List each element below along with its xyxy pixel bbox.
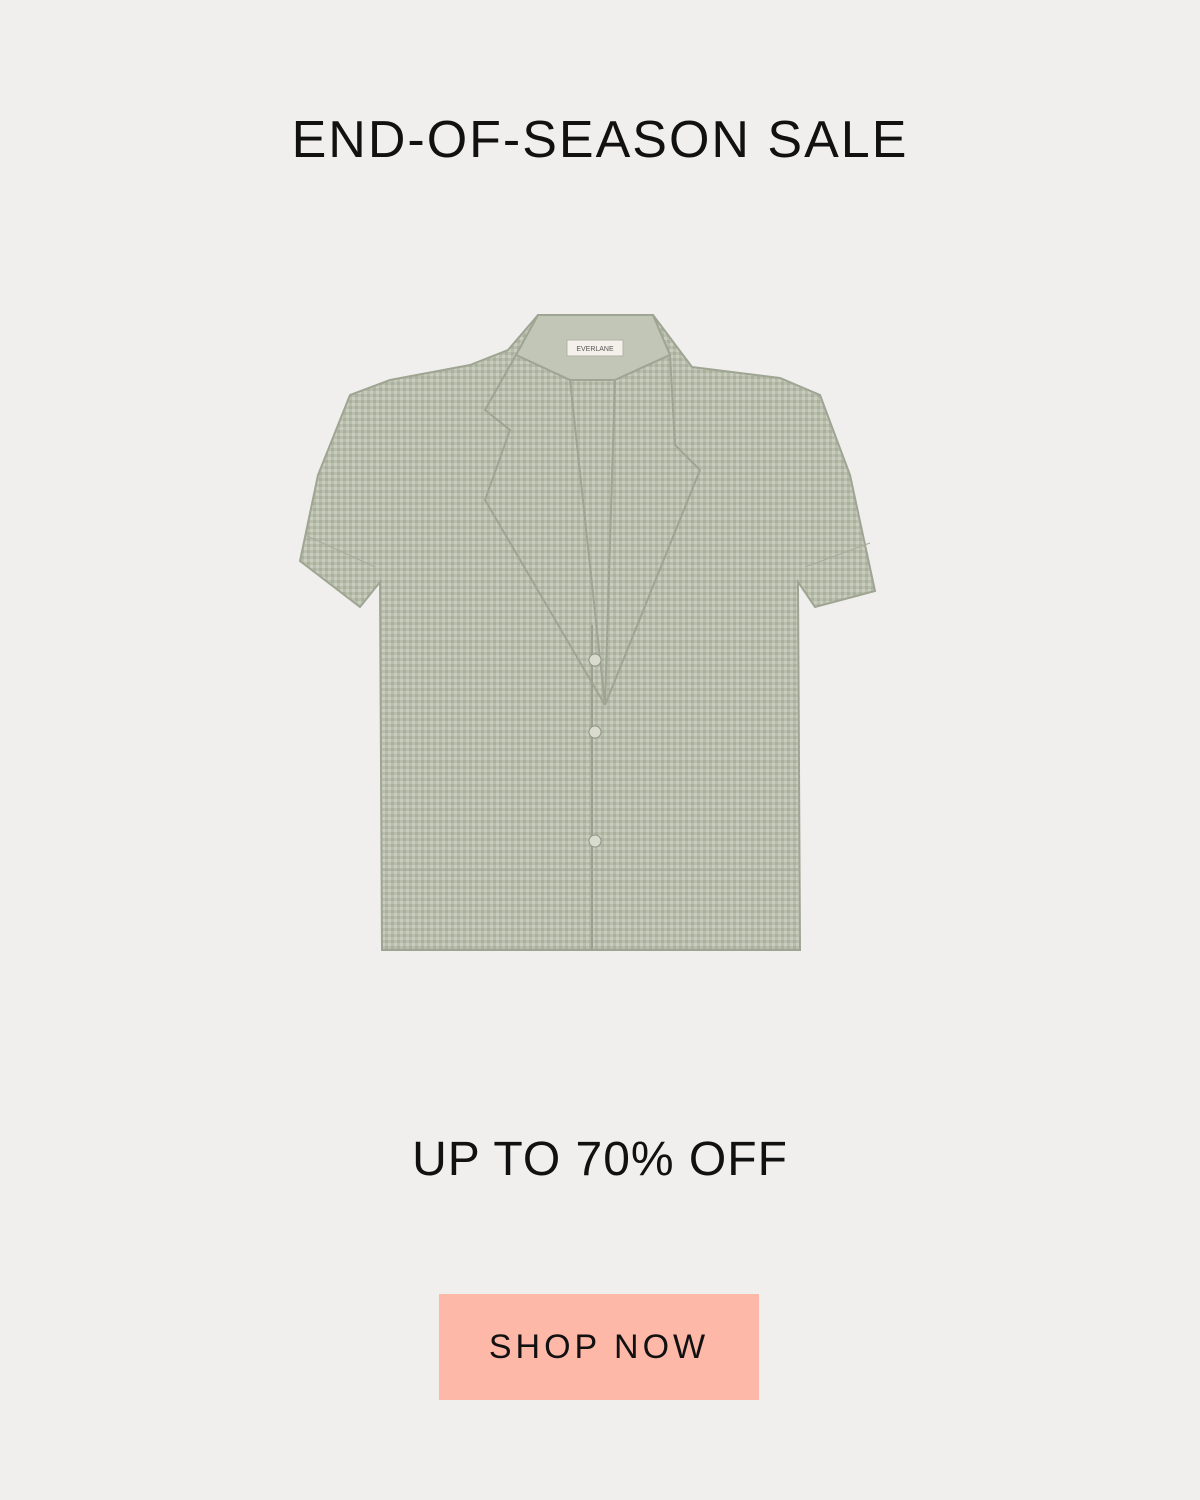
product-image-shirt: EVERLANE [298,314,877,951]
shirt-button [588,834,602,848]
discount-text: UP TO 70% OFF [412,1133,788,1186]
shirt-brand-label-text: EVERLANE [576,346,614,353]
headline: END-OF-SEASON SALE [291,111,909,169]
shirt-button [588,725,602,739]
shop-now-button[interactable]: SHOP NOW [439,1294,759,1400]
shirt-button [588,653,602,667]
